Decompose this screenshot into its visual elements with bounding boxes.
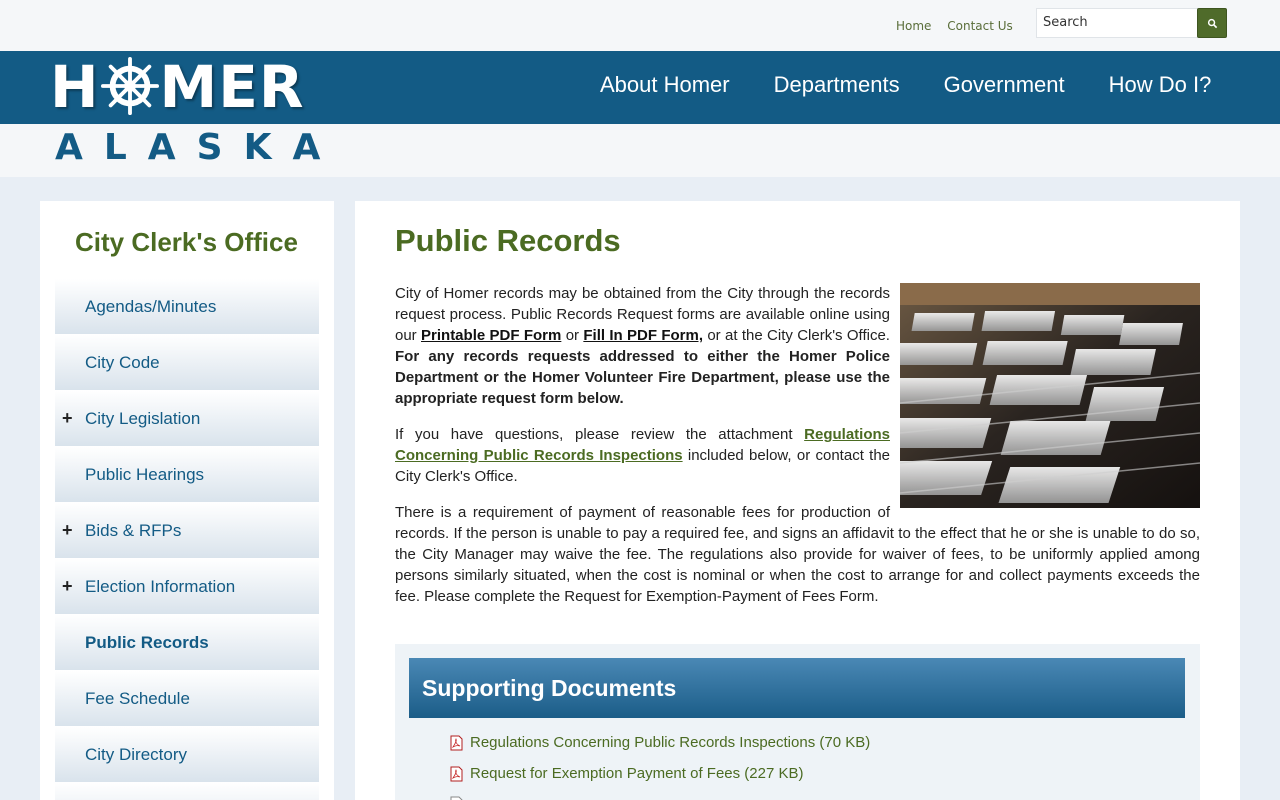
sidebar-item-label: Agendas/Minutes: [85, 296, 217, 316]
text: or at the City Clerk's Office.: [703, 327, 890, 344]
sidebar-list: Agendas/Minutes City Code + City Legislat…: [55, 279, 319, 800]
sidebar-item-label: Public Hearings: [85, 464, 205, 484]
sidebar-item-agendas-minutes[interactable]: Agendas/Minutes: [55, 279, 319, 335]
sidebar-item-bids-rfps[interactable]: + Bids & RFPs: [55, 503, 319, 559]
expand-plus-icon[interactable]: +: [62, 576, 73, 597]
logo-alaska: ALASKA: [55, 127, 342, 168]
fill-in-pdf-form-link[interactable]: Fill In PDF Form,: [583, 327, 703, 344]
search-icon: [1207, 18, 1217, 28]
document-link[interactable]: Regulations Concerning Public Records In…: [450, 734, 870, 751]
logo-letters-mer: MER: [159, 53, 305, 121]
logo-letter-h: H: [50, 53, 100, 121]
document-link[interactable]: Request for Exemption Payment of Fees (2…: [450, 765, 804, 782]
search-input[interactable]: Search: [1036, 8, 1198, 38]
sidebar-title: City Clerk's Office: [75, 227, 298, 257]
sidebar: City Clerk's Office Agendas/Minutes City…: [40, 201, 334, 800]
pdf-icon: [450, 735, 463, 750]
utility-bar: Home Contact Us Search: [0, 0, 1280, 51]
sidebar-item-city-code[interactable]: City Code: [55, 335, 319, 391]
bold-notice: For any records requests addressed to ei…: [395, 348, 890, 407]
homer-logo[interactable]: H MER: [50, 55, 305, 119]
sidebar-item-city-legislation[interactable]: + City Legislation: [55, 391, 319, 447]
main-nav: About Homer Departments Government How D…: [600, 72, 1255, 98]
sidebar-item-label: Bids & RFPs: [85, 520, 182, 540]
sidebar-item-label: Public Records: [85, 632, 209, 652]
pdf-icon: [450, 766, 463, 781]
sidebar-item-label: Election Information: [85, 576, 236, 596]
printable-pdf-form-link[interactable]: Printable PDF Form: [421, 327, 561, 344]
document-link-label: Request for Exemption Payment of Fees (2…: [470, 765, 804, 782]
supporting-documents: Supporting Documents Regulations Concern…: [395, 644, 1200, 800]
sidebar-item-election-information[interactable]: + Election Information: [55, 559, 319, 615]
supporting-documents-header: Supporting Documents: [409, 658, 1185, 718]
expand-plus-icon[interactable]: +: [62, 520, 73, 541]
text: or: [561, 327, 584, 344]
nav-about-homer[interactable]: About Homer: [600, 72, 730, 98]
sidebar-item-fee-schedule[interactable]: Fee Schedule: [55, 671, 319, 727]
paragraph-fees: There is a requirement of payment of rea…: [395, 504, 1200, 605]
sidebar-item-public-records[interactable]: Public Records: [55, 615, 319, 671]
sidebar-item-label: Fee Schedule: [85, 688, 190, 708]
nav-how-do-i[interactable]: How Do I?: [1109, 72, 1212, 98]
document-link[interactable]: [450, 796, 470, 800]
page-title: Public Records: [395, 223, 621, 258]
sidebar-item-more[interactable]: [55, 783, 319, 800]
sidebar-item-public-hearings[interactable]: Public Hearings: [55, 447, 319, 503]
sidebar-item-label: City Legislation: [85, 408, 201, 428]
utility-links: Home Contact Us: [896, 19, 1025, 33]
document-icon: [450, 796, 463, 800]
main-content: Public Records City of Homer records may…: [355, 201, 1240, 800]
sidebar-item-label: City Directory: [85, 744, 188, 764]
supporting-documents-title: Supporting Documents: [422, 675, 677, 701]
nav-departments[interactable]: Departments: [774, 72, 900, 98]
text: If you have questions, please review the…: [395, 426, 805, 443]
sidebar-item-city-directory[interactable]: City Directory: [55, 727, 319, 783]
document-link-label: Regulations Concerning Public Records In…: [470, 734, 871, 751]
search-button[interactable]: [1197, 8, 1227, 38]
nav-government[interactable]: Government: [944, 72, 1065, 98]
expand-plus-icon[interactable]: +: [62, 408, 73, 429]
contact-us-link[interactable]: Contact Us: [947, 19, 1013, 33]
file-cabinet-photo: [900, 283, 1200, 508]
ship-wheel-icon: [100, 57, 159, 115]
sidebar-item-label: City Code: [85, 352, 160, 372]
home-link[interactable]: Home: [896, 19, 931, 33]
